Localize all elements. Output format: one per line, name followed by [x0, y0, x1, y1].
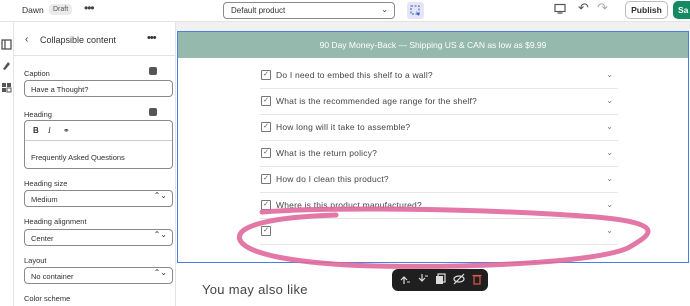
color-scheme-label: Color scheme — [24, 294, 71, 303]
delete-icon — [472, 274, 482, 285]
save-button[interactable]: Sa — [673, 1, 690, 19]
layout-select[interactable]: No container ⌃⌄ — [24, 267, 173, 284]
also-like-heading: You may also like — [202, 282, 308, 297]
apps-icon[interactable] — [1, 82, 12, 95]
caption-value: Have a Thought? — [31, 85, 89, 94]
panel-more-button[interactable]: ••• — [147, 32, 157, 44]
select-arrows-icon: ⌃⌄ — [153, 191, 167, 200]
italic-button[interactable]: I — [48, 126, 51, 135]
undo-icon: ↶ — [578, 0, 589, 15]
top-bar: Dawn Draft ••• Default product ⌄ ↶ ↷ Pub… — [0, 0, 690, 22]
block-toolbar — [392, 269, 488, 291]
move-down-button[interactable] — [417, 273, 429, 288]
duplicate-button[interactable] — [435, 273, 447, 288]
dynamic-source-icon[interactable] — [149, 67, 157, 75]
draft-badge: Draft — [49, 4, 73, 15]
move-up-icon — [400, 276, 410, 284]
left-rail — [0, 22, 14, 306]
publish-button[interactable]: Publish — [625, 1, 668, 19]
theme-settings-icon[interactable] — [1, 60, 12, 73]
store-name: Dawn — [22, 5, 44, 15]
preview-canvas: 90 Day Money-Back — Shipping US & CAN as… — [176, 22, 690, 306]
panel-title: Collapsible content — [40, 35, 117, 45]
template-select-value: Default product — [231, 6, 286, 15]
select-arrows-icon: ⌃⌄ — [153, 268, 167, 277]
rich-text-toolbar: B I ⚭ — [25, 121, 172, 141]
inspector-icon — [410, 5, 420, 16]
heading-editor[interactable]: B I ⚭ Frequently Asked Questions — [24, 120, 173, 169]
move-down-icon — [418, 274, 428, 282]
layout-label: Layout — [24, 256, 47, 265]
bold-button[interactable]: B — [33, 126, 39, 135]
divider — [14, 55, 176, 56]
desktop-view-button[interactable] — [554, 3, 566, 18]
undo-button[interactable]: ↶ — [578, 0, 589, 16]
caption-label: Caption — [24, 69, 50, 78]
heading-alignment-label: Heading alignment — [24, 217, 87, 226]
link-icon[interactable]: ⚭ — [63, 126, 70, 135]
chevron-down-icon: ⌄ — [381, 5, 388, 14]
layout-value: No container — [31, 272, 74, 281]
select-arrows-icon: ⌃⌄ — [153, 230, 167, 239]
hide-icon — [453, 273, 465, 285]
back-button[interactable]: ‹ — [25, 34, 28, 45]
heading-alignment-select[interactable]: Center ⌃⌄ — [24, 229, 173, 246]
desktop-icon — [554, 3, 566, 14]
heading-size-label: Heading size — [24, 179, 68, 188]
heading-label: Heading — [24, 110, 52, 119]
caption-field[interactable]: Have a Thought? — [24, 80, 173, 97]
more-actions-button[interactable]: ••• — [84, 1, 95, 15]
redo-button[interactable]: ↷ — [597, 0, 608, 16]
dynamic-source-icon[interactable] — [149, 108, 157, 116]
heading-size-select[interactable]: Medium ⌃⌄ — [24, 190, 173, 207]
delete-button[interactable] — [471, 273, 483, 288]
annotation-scribble — [236, 206, 651, 269]
settings-panel: ‹ Collapsible content ••• Caption Have a… — [14, 22, 176, 306]
heading-size-value: Medium — [31, 195, 58, 204]
heading-value[interactable]: Frequently Asked Questions — [31, 153, 125, 162]
redo-icon: ↷ — [597, 0, 608, 15]
move-up-button[interactable] — [399, 273, 411, 288]
hide-button[interactable] — [453, 273, 465, 288]
inspector-button[interactable] — [407, 2, 424, 19]
duplicate-icon — [436, 273, 446, 284]
sections-icon[interactable] — [1, 39, 12, 52]
heading-alignment-value: Center — [31, 234, 54, 243]
template-select[interactable]: Default product ⌄ — [223, 2, 395, 19]
